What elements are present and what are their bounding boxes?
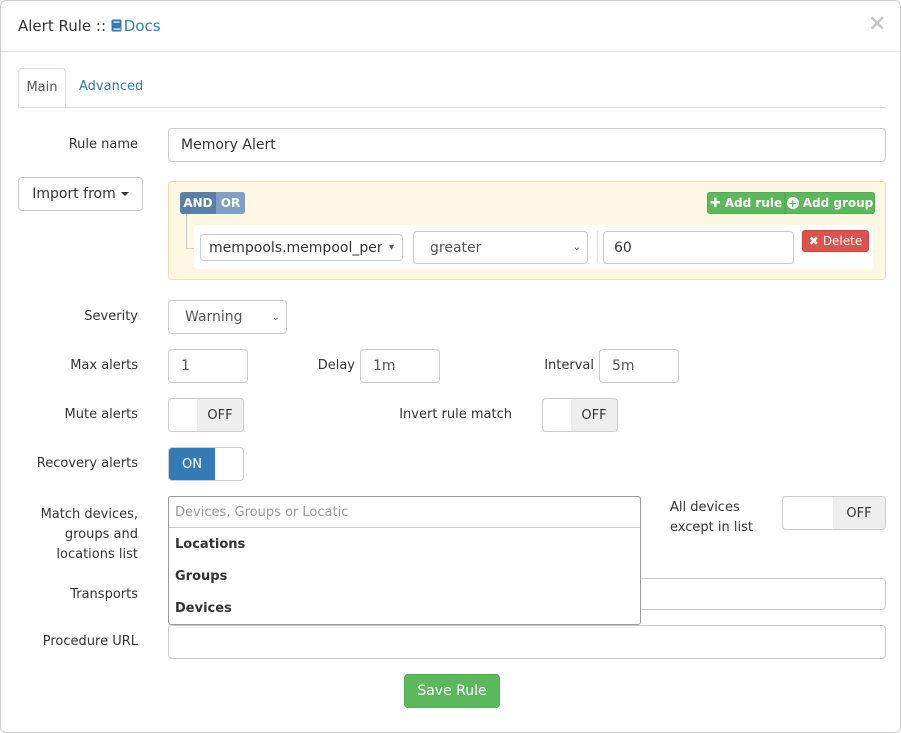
rule-name-label: Rule name <box>68 137 138 152</box>
add-group-button[interactable]: + Add group <box>785 192 875 214</box>
rule-field-value: mempools.mempool_perc <box>209 239 382 256</box>
close-icon[interactable]: × <box>868 13 886 35</box>
condition-toggle: AND OR <box>180 192 245 214</box>
delete-label: Delete <box>822 234 863 248</box>
dropdown-option-devices[interactable]: Devices <box>175 601 232 616</box>
delay-label: Delay <box>317 358 355 373</box>
severity-select[interactable]: Warning ⌄ <box>168 300 287 334</box>
match-devices-label: Match devices, groups and locations list <box>21 505 138 565</box>
recovery-alerts-label: Recovery alerts <box>36 456 138 471</box>
tree-connector-vertical <box>186 214 187 249</box>
severity-value: Warning <box>185 309 243 325</box>
import-from-label: Import from <box>32 186 116 202</box>
all-devices-toggle[interactable]: OFF <box>782 496 886 530</box>
recovery-alerts-toggle[interactable]: ON <box>168 447 244 481</box>
mute-alerts-label: Mute alerts <box>64 407 138 422</box>
rule-field-select[interactable]: mempools.mempool_perc ▾ <box>200 234 403 261</box>
invert-rule-match-state: OFF <box>571 399 617 431</box>
delay-input[interactable]: 1m <box>360 349 440 383</box>
delete-rule-button[interactable]: ✖ Delete <box>802 230 869 252</box>
match-devices-label-line2: groups and <box>64 527 138 542</box>
all-devices-label: All devices except in list <box>670 498 753 538</box>
modal-title: Alert Rule :: Docs <box>18 17 161 36</box>
book-icon <box>111 18 122 36</box>
dropdown-option-locations[interactable]: Locations <box>175 537 245 552</box>
times-icon: ✖ <box>808 234 819 248</box>
add-rule-label: Add rule <box>724 196 783 210</box>
procedure-url-label: Procedure URL <box>42 634 138 649</box>
all-devices-label-line2: except in list <box>670 520 753 535</box>
add-rule-button[interactable]: ✚ Add rule <box>707 192 785 214</box>
all-devices-state: OFF <box>833 497 885 529</box>
caret-down-icon <box>120 192 129 196</box>
mute-alerts-toggle[interactable]: OFF <box>168 398 244 432</box>
invert-rule-match-label: Invert rule match <box>399 407 512 422</box>
interval-input[interactable]: 5m <box>599 349 679 383</box>
severity-label: Severity <box>84 309 138 324</box>
match-devices-dropdown: Devices, Groups or Locatic Locations Gro… <box>168 496 641 625</box>
plus-circle-icon: + <box>786 196 799 210</box>
import-from-button[interactable]: Import from <box>18 177 143 211</box>
rule-value-input[interactable]: 60 <box>603 231 794 264</box>
tab-main[interactable]: Main <box>18 68 66 108</box>
plus-icon: ✚ <box>709 195 721 211</box>
interval-label: Interval <box>544 358 594 373</box>
tab-advanced[interactable]: Advanced <box>79 79 143 94</box>
invert-rule-match-toggle[interactable]: OFF <box>542 398 618 432</box>
max-alerts-input[interactable]: 1 <box>168 349 248 383</box>
rule-operator-select[interactable]: greater ⌄ <box>413 231 588 264</box>
rule-operator-value: greater <box>430 239 482 256</box>
transports-label: Transports <box>70 587 138 602</box>
rule-name-input[interactable]: Memory Alert <box>168 128 886 162</box>
match-devices-label-line1: Match devices, <box>40 507 138 522</box>
and-button[interactable]: AND <box>180 192 216 214</box>
max-alerts-label: Max alerts <box>70 358 138 373</box>
all-devices-label-line1: All devices <box>670 500 740 515</box>
match-devices-label-line3: locations list <box>56 547 138 562</box>
docs-link[interactable]: Docs <box>124 17 161 35</box>
save-rule-button[interactable]: Save Rule <box>404 674 500 708</box>
tabs-divider <box>18 107 886 108</box>
or-button[interactable]: OR <box>216 192 245 214</box>
mute-alerts-state: OFF <box>197 399 243 431</box>
chevron-down-icon: ⌄ <box>271 311 280 323</box>
recovery-alerts-state: ON <box>169 448 215 480</box>
alert-rule-modal: Alert Rule :: Docs × Main Advanced Rule … <box>0 0 901 733</box>
rule-separator <box>597 231 598 263</box>
select-arrow-icon: ▾ <box>388 242 394 253</box>
dropdown-option-groups[interactable]: Groups <box>175 569 227 584</box>
add-group-label: Add group <box>802 196 874 210</box>
match-devices-search-input[interactable]: Devices, Groups or Locatic <box>169 497 640 528</box>
procedure-url-input[interactable] <box>168 625 886 659</box>
modal-title-text: Alert Rule :: <box>18 17 107 35</box>
header-divider <box>1 51 900 52</box>
chevron-down-icon: ⌄ <box>572 242 581 253</box>
